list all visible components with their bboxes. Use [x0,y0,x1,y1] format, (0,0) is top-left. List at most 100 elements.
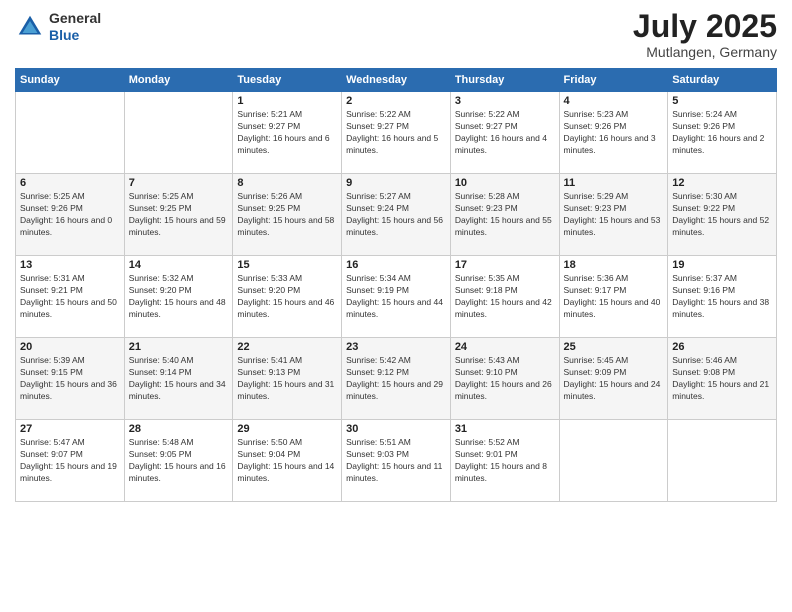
day-info: Sunrise: 5:31 AM Sunset: 9:21 PM Dayligh… [20,273,120,321]
day-number: 21 [129,341,229,353]
calendar-cell: 5 Sunrise: 5:24 AM Sunset: 9:26 PM Daylig… [668,92,777,174]
day-number: 20 [20,341,120,353]
day-info: Sunrise: 5:25 AM Sunset: 9:26 PM Dayligh… [20,191,120,239]
day-info: Sunrise: 5:41 AM Sunset: 9:13 PM Dayligh… [237,355,337,403]
day-info: Sunrise: 5:25 AM Sunset: 9:25 PM Dayligh… [129,191,229,239]
day-number: 30 [346,423,446,435]
calendar-cell: 27 Sunrise: 5:47 AM Sunset: 9:07 PM Dayli… [16,420,125,502]
day-number: 12 [672,177,772,189]
day-number: 10 [455,177,555,189]
calendar-cell: 30 Sunrise: 5:51 AM Sunset: 9:03 PM Dayli… [342,420,451,502]
day-number: 14 [129,259,229,271]
weekday-header: Wednesday [342,69,451,92]
day-info: Sunrise: 5:29 AM Sunset: 9:23 PM Dayligh… [564,191,664,239]
calendar-cell: 26Sunrise: 5:46 AM Sunset: 9:08 PM Dayli… [668,338,777,420]
calendar-cell: 8Sunrise: 5:26 AM Sunset: 9:25 PM Daylig… [233,174,342,256]
month-year: July 2025 [633,10,777,42]
calendar-cell: 4 Sunrise: 5:23 AM Sunset: 9:26 PM Daylig… [559,92,668,174]
day-info: Sunrise: 5:52 AM Sunset: 9:01 PM Dayligh… [455,437,555,485]
weekday-header: Thursday [450,69,559,92]
calendar-cell: 2 Sunrise: 5:22 AM Sunset: 9:27 PM Daylig… [342,92,451,174]
calendar-cell: 6 Sunrise: 5:25 AM Sunset: 9:26 PM Daylig… [16,174,125,256]
day-info: Sunrise: 5:47 AM Sunset: 9:07 PM Dayligh… [20,437,120,485]
day-info: Sunrise: 5:39 AM Sunset: 9:15 PM Dayligh… [20,355,120,403]
weekday-header: Monday [124,69,233,92]
day-info: Sunrise: 5:22 AM Sunset: 9:27 PM Dayligh… [346,109,446,157]
day-number: 25 [564,341,664,353]
calendar-cell [16,92,125,174]
location: Mutlangen, Germany [633,44,777,60]
calendar-week-row: 20 Sunrise: 5:39 AM Sunset: 9:15 PM Dayli… [16,338,777,420]
calendar-cell: 20 Sunrise: 5:39 AM Sunset: 9:15 PM Dayli… [16,338,125,420]
day-info: Sunrise: 5:28 AM Sunset: 9:23 PM Dayligh… [455,191,555,239]
day-info: Sunrise: 5:23 AM Sunset: 9:26 PM Dayligh… [564,109,664,157]
logo-general: General [49,10,101,27]
day-number: 8 [237,177,337,189]
calendar-cell: 16 Sunrise: 5:34 AM Sunset: 9:19 PM Dayli… [342,256,451,338]
calendar-cell: 13Sunrise: 5:31 AM Sunset: 9:21 PM Dayli… [16,256,125,338]
calendar-cell: 1Sunrise: 5:21 AM Sunset: 9:27 PM Daylig… [233,92,342,174]
weekday-header: Saturday [668,69,777,92]
calendar-cell: 23Sunrise: 5:42 AM Sunset: 9:12 PM Dayli… [342,338,451,420]
calendar-week-row: 13Sunrise: 5:31 AM Sunset: 9:21 PM Dayli… [16,256,777,338]
day-info: Sunrise: 5:33 AM Sunset: 9:20 PM Dayligh… [237,273,337,321]
day-number: 11 [564,177,664,189]
day-info: Sunrise: 5:34 AM Sunset: 9:19 PM Dayligh… [346,273,446,321]
day-info: Sunrise: 5:27 AM Sunset: 9:24 PM Dayligh… [346,191,446,239]
day-info: Sunrise: 5:48 AM Sunset: 9:05 PM Dayligh… [129,437,229,485]
day-info: Sunrise: 5:50 AM Sunset: 9:04 PM Dayligh… [237,437,337,485]
day-number: 29 [237,423,337,435]
calendar: SundayMondayTuesdayWednesdayThursdayFrid… [15,68,777,502]
day-info: Sunrise: 5:24 AM Sunset: 9:26 PM Dayligh… [672,109,772,157]
calendar-week-row: 27 Sunrise: 5:47 AM Sunset: 9:07 PM Dayli… [16,420,777,502]
day-number: 16 [346,259,446,271]
calendar-cell: 19 Sunrise: 5:37 AM Sunset: 9:16 PM Dayli… [668,256,777,338]
day-info: Sunrise: 5:51 AM Sunset: 9:03 PM Dayligh… [346,437,446,485]
weekday-header-row: SundayMondayTuesdayWednesdayThursdayFrid… [16,69,777,92]
day-info: Sunrise: 5:32 AM Sunset: 9:20 PM Dayligh… [129,273,229,321]
logo: General Blue [15,10,101,44]
calendar-cell: 11 Sunrise: 5:29 AM Sunset: 9:23 PM Dayli… [559,174,668,256]
day-info: Sunrise: 5:35 AM Sunset: 9:18 PM Dayligh… [455,273,555,321]
calendar-cell: 28 Sunrise: 5:48 AM Sunset: 9:05 PM Dayli… [124,420,233,502]
day-number: 6 [20,177,120,189]
weekday-header: Tuesday [233,69,342,92]
logo-icon [15,12,45,42]
day-number: 17 [455,259,555,271]
day-info: Sunrise: 5:45 AM Sunset: 9:09 PM Dayligh… [564,355,664,403]
day-number: 5 [672,95,772,107]
day-number: 4 [564,95,664,107]
calendar-cell: 12 Sunrise: 5:30 AM Sunset: 9:22 PM Dayli… [668,174,777,256]
day-info: Sunrise: 5:22 AM Sunset: 9:27 PM Dayligh… [455,109,555,157]
calendar-cell: 22 Sunrise: 5:41 AM Sunset: 9:13 PM Dayli… [233,338,342,420]
day-info: Sunrise: 5:36 AM Sunset: 9:17 PM Dayligh… [564,273,664,321]
logo-text: General Blue [49,10,101,44]
calendar-cell: 25 Sunrise: 5:45 AM Sunset: 9:09 PM Dayli… [559,338,668,420]
day-number: 7 [129,177,229,189]
calendar-cell: 7 Sunrise: 5:25 AM Sunset: 9:25 PM Daylig… [124,174,233,256]
logo-blue: Blue [49,27,101,44]
day-number: 27 [20,423,120,435]
calendar-cell [668,420,777,502]
day-number: 19 [672,259,772,271]
day-info: Sunrise: 5:30 AM Sunset: 9:22 PM Dayligh… [672,191,772,239]
day-number: 18 [564,259,664,271]
calendar-week-row: 1Sunrise: 5:21 AM Sunset: 9:27 PM Daylig… [16,92,777,174]
calendar-cell: 14 Sunrise: 5:32 AM Sunset: 9:20 PM Dayli… [124,256,233,338]
day-number: 23 [346,341,446,353]
calendar-cell: 29 Sunrise: 5:50 AM Sunset: 9:04 PM Dayli… [233,420,342,502]
calendar-cell [124,92,233,174]
day-number: 2 [346,95,446,107]
calendar-cell: 9Sunrise: 5:27 AM Sunset: 9:24 PM Daylig… [342,174,451,256]
day-number: 22 [237,341,337,353]
calendar-cell: 18 Sunrise: 5:36 AM Sunset: 9:17 PM Dayli… [559,256,668,338]
day-info: Sunrise: 5:37 AM Sunset: 9:16 PM Dayligh… [672,273,772,321]
day-number: 28 [129,423,229,435]
header: General Blue July 2025 Mutlangen, German… [15,10,777,60]
calendar-cell: 31Sunrise: 5:52 AM Sunset: 9:01 PM Dayli… [450,420,559,502]
day-number: 24 [455,341,555,353]
day-number: 3 [455,95,555,107]
calendar-cell: 3 Sunrise: 5:22 AM Sunset: 9:27 PM Daylig… [450,92,559,174]
day-info: Sunrise: 5:40 AM Sunset: 9:14 PM Dayligh… [129,355,229,403]
calendar-cell: 21 Sunrise: 5:40 AM Sunset: 9:14 PM Dayli… [124,338,233,420]
